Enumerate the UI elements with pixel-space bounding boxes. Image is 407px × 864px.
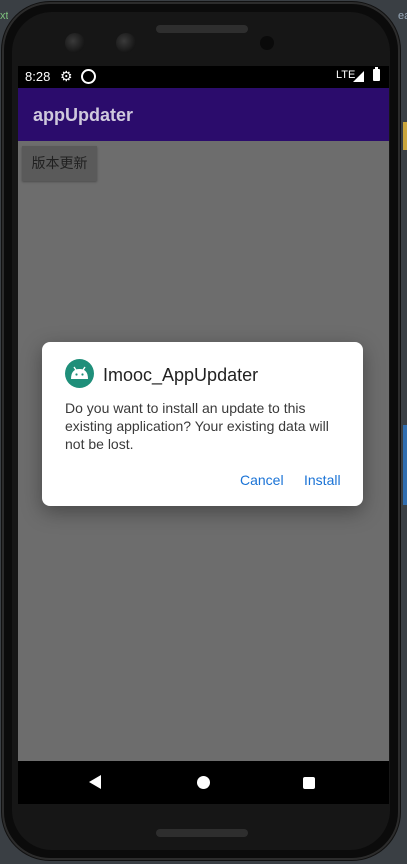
- ide-side-tab-accent-blue: [403, 425, 407, 505]
- data-saver-icon: [81, 69, 96, 84]
- proximity-sensor-icon: [260, 36, 274, 50]
- navigation-bar: [18, 761, 389, 804]
- app-toolbar: appUpdater: [18, 88, 389, 141]
- ide-side-tab-accent: [403, 122, 407, 150]
- version-update-button[interactable]: 版本更新: [22, 146, 97, 181]
- cancel-button[interactable]: Cancel: [240, 472, 284, 488]
- status-time: 8:28: [25, 69, 51, 84]
- bottom-speaker: [156, 829, 248, 837]
- top-speaker: [156, 25, 248, 33]
- android-robot-icon: [71, 366, 88, 379]
- dialog-title: Imooc_AppUpdater: [103, 365, 259, 385]
- status-bar: 8:28 ⚙ LTE: [18, 66, 389, 88]
- front-camera-icon: [65, 33, 85, 53]
- recent-apps-icon[interactable]: [303, 777, 315, 789]
- front-camera-icon: [116, 33, 136, 53]
- back-icon[interactable]: [89, 775, 101, 789]
- install-button[interactable]: Install: [304, 472, 341, 488]
- signal-icon: [353, 71, 364, 82]
- battery-icon: [373, 67, 380, 81]
- device-screen: 8:28 ⚙ LTE appUpdater 版本更新 Imooc_AppUpda…: [18, 66, 389, 804]
- settings-gear-icon: ⚙: [60, 68, 73, 84]
- app-title: appUpdater: [33, 105, 134, 125]
- android-app-icon: [65, 359, 94, 388]
- ide-left-fragment: xt: [0, 10, 8, 22]
- home-icon[interactable]: [197, 776, 210, 789]
- install-dialog: Imooc_AppUpdater Do you want to install …: [42, 342, 363, 506]
- ide-right-fragment: ea: [398, 10, 407, 22]
- dialog-message: Do you want to install an update to this…: [65, 400, 329, 452]
